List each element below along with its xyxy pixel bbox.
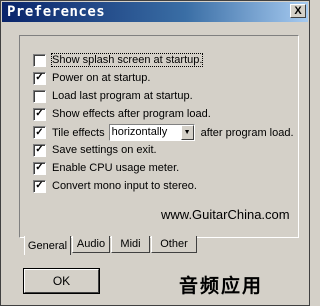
preferences-window: Preferences X Show splash screen at star…	[0, 0, 310, 306]
option-label: Save settings on exit.	[52, 144, 157, 156]
option-label: Show effects after program load.	[52, 108, 211, 120]
option-mono-to-stereo[interactable]: ✓ Convert mono input to stereo.	[33, 179, 197, 193]
title-bar[interactable]: Preferences X	[2, 2, 308, 22]
checkbox-save-settings[interactable]: ✓	[33, 143, 46, 157]
window-title: Preferences	[7, 4, 106, 20]
tab-audio[interactable]: Audio	[72, 236, 110, 253]
ok-button[interactable]: OK	[24, 269, 99, 293]
checkbox-load-last-program[interactable]	[33, 89, 46, 103]
option-label: Convert mono input to stereo.	[52, 180, 197, 192]
site-logo-text: 音频应用	[179, 275, 264, 297]
option-load-last-program[interactable]: Load last program at startup.	[33, 89, 193, 103]
check-icon: ✓	[35, 126, 44, 138]
tab-other[interactable]: Other	[151, 236, 197, 253]
close-icon: X	[294, 5, 302, 17]
checkbox-show-splash[interactable]	[33, 53, 46, 67]
option-cpu-meter[interactable]: ✓ Enable CPU usage meter.	[33, 161, 179, 175]
option-label: Tile effects	[52, 126, 105, 139]
checkbox-tile-effects[interactable]: ✓	[33, 126, 46, 139]
dropdown-arrow-icon[interactable]: ▼	[180, 125, 194, 140]
option-tile-effects[interactable]: ✓ Tile effects horizontally ▼ after prog…	[33, 124, 294, 141]
option-power-on[interactable]: ✓ Power on at startup.	[33, 71, 150, 85]
option-label: Show splash screen at startup.	[50, 53, 204, 67]
checkbox-power-on[interactable]: ✓	[33, 71, 46, 85]
check-icon: ✓	[35, 72, 44, 83]
option-show-splash[interactable]: Show splash screen at startup.	[33, 53, 204, 67]
tile-direction-select[interactable]: horizontally ▼	[108, 124, 195, 141]
tab-midi[interactable]: Midi	[111, 236, 150, 253]
watermark-text: www.GuitarChina.com	[161, 207, 290, 222]
option-label: Enable CPU usage meter.	[52, 162, 180, 174]
checkbox-cpu-meter[interactable]: ✓	[33, 161, 46, 175]
check-icon: ✓	[35, 162, 44, 173]
close-button[interactable]: X	[290, 4, 306, 18]
checkbox-show-effects[interactable]: ✓	[33, 107, 46, 121]
option-save-settings[interactable]: ✓ Save settings on exit.	[33, 143, 157, 157]
check-icon: ✓	[35, 108, 44, 119]
tile-direction-value: horizontally	[111, 126, 168, 138]
option-label: Load last program at startup.	[52, 90, 193, 102]
tab-general[interactable]: General	[24, 236, 71, 255]
tile-suffix-label: after program load.	[200, 126, 294, 139]
option-show-effects[interactable]: ✓ Show effects after program load.	[33, 107, 211, 121]
check-icon: ✓	[35, 144, 44, 155]
check-icon: ✓	[35, 180, 44, 191]
checkbox-mono-to-stereo[interactable]: ✓	[33, 179, 46, 193]
option-label: Power on at startup.	[52, 72, 151, 84]
